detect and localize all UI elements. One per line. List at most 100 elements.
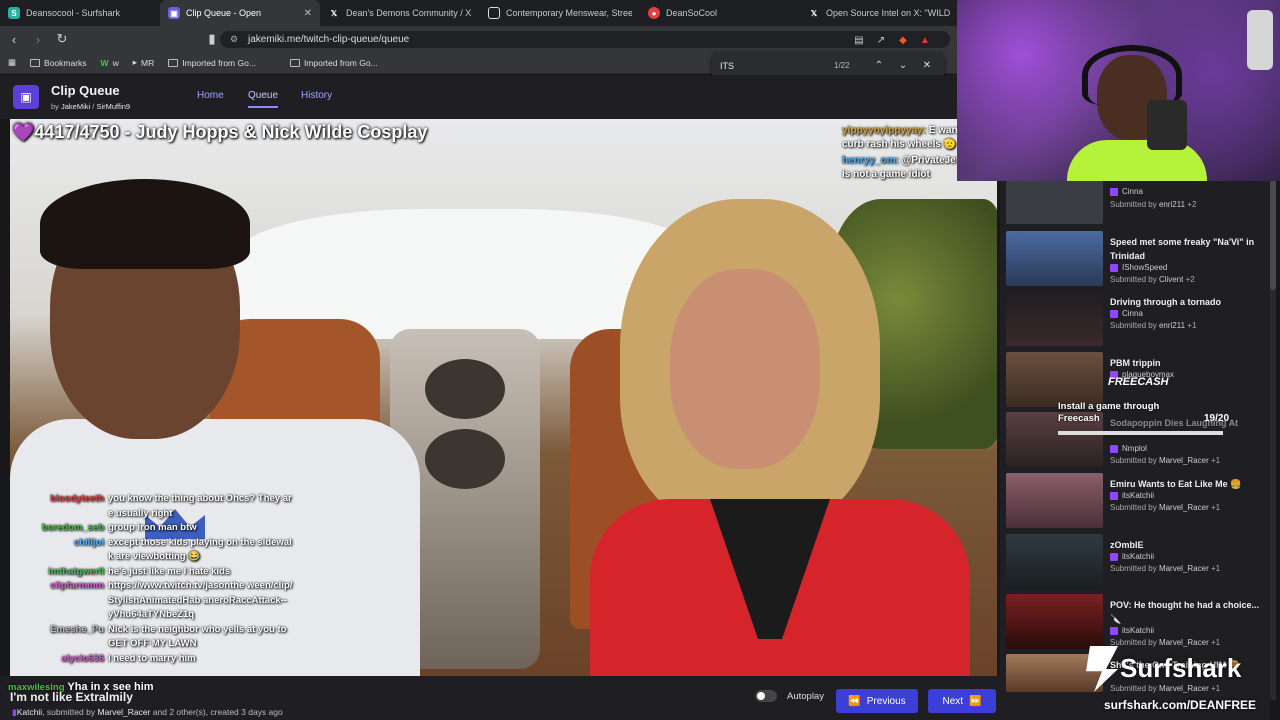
forward-icon[interactable]: › [28, 29, 48, 49]
author-link[interactable]: SirMuffin9 [96, 102, 130, 111]
twitch-icon [1110, 187, 1118, 196]
bookmark-item[interactable]: ▸ MR [133, 57, 155, 68]
clip-info: I'm not like Extralmily [10, 690, 133, 704]
tab-osint[interactable]: 𝕏 Open Source Intel on X: "WILD [800, 0, 960, 26]
twitch-icon [1110, 552, 1118, 561]
share-icon[interactable]: ↗ [874, 33, 888, 47]
queue-submitted: Submitted by enri211 +2 [1110, 200, 1197, 209]
tab-label: Open Source Intel on X: "WILD [826, 8, 951, 18]
site-info-icon[interactable]: ⚙ [230, 34, 238, 45]
queue-item[interactable]: Speed met some freaky "Na'Vi" in Trinida… [1006, 231, 1266, 289]
find-input[interactable]: ITS [720, 61, 734, 71]
chat-username: henryy_om: [842, 155, 899, 166]
queue-scrollbar[interactable] [1270, 180, 1276, 700]
tab-menswear[interactable]: Contemporary Menswear, Streetwear [480, 0, 640, 26]
queue-title: POV: He thought he had a choice... 🔪 [1110, 600, 1260, 624]
queue-item[interactable]: Emiru Wants to Eat Like Me 🍔 itsKatchii … [1006, 473, 1266, 531]
queue-submitted: Submitted by Marvel_Racer +1 [1110, 684, 1221, 693]
tab-surfshark[interactable]: S Deansocool - Surfshark [0, 0, 160, 26]
brave-shield-icon[interactable]: ◆ [896, 33, 910, 47]
stream-screen: S Deansocool - Surfshark ▣ Clip Queue - Op… [0, 0, 1280, 720]
queue-item[interactable]: POV: He thought he had a choice... 🔪 its… [1006, 594, 1266, 652]
next-button[interactable]: Next ⏩ [928, 689, 996, 713]
find-prev-icon[interactable]: ⌃ [872, 58, 886, 72]
chat-message: imthatgwerll he's just like me I hate kid… [4, 565, 294, 580]
clip-channel[interactable]: Katchii [17, 707, 43, 717]
back-icon[interactable]: ‹ [4, 29, 24, 49]
chat-message: boredom_seb group iron man btw [4, 521, 294, 536]
url-actions: ▤ ↗ ◆ ▲ [852, 33, 932, 47]
queue-submitted: Submitted by Marvel_Racer +1 [1110, 564, 1221, 573]
bookmark-item[interactable]: Ww [101, 58, 119, 68]
toggle-switch[interactable] [755, 690, 777, 702]
chat-message: clipfarmmm https://www.twitch.tv/jasonthe… [4, 579, 294, 623]
address-bar-row: ‹ › ↻ ▮ ⚙ jakemiki.me/twitch-clip-queue/… [0, 26, 960, 52]
author-link[interactable]: JakeMiki [61, 102, 90, 111]
bookmark-item[interactable]: Bookmarks [30, 58, 87, 68]
nav-history[interactable]: History [301, 90, 332, 101]
chat-text: Nick is the neighbor who yells at you to… [108, 623, 287, 650]
previous-button[interactable]: ⏪ Previous [836, 689, 918, 713]
tab-clip-queue[interactable]: ▣ Clip Queue - Open ✕ [160, 0, 320, 26]
chat-username: alyclo636 [61, 652, 104, 664]
headphones-icon [1082, 45, 1182, 105]
url-text: jakemiki.me/twitch-clip-queue/queue [248, 34, 410, 45]
queue-channel: itsKatchii [1110, 552, 1154, 561]
bookmark-icon[interactable]: ▮ [202, 29, 222, 49]
clip-title: 💜4417/4750 - Judy Hopps & Nick Wilde Cos… [12, 122, 428, 142]
queue-submitted: Submitted by Clivent +2 [1110, 275, 1195, 284]
nav-queue[interactable]: Queue [248, 90, 279, 108]
queue-channel: Cinna [1110, 309, 1143, 318]
man-hair [40, 179, 250, 269]
app-title: Clip Queue [51, 83, 120, 98]
cup-holder [425, 429, 505, 489]
queue-submitted: Submitted by Marvel_Racer +1 [1110, 503, 1221, 512]
queue-title: Speed met some freaky "Na'Vi" in Trinida… [1110, 237, 1255, 261]
browser-tab-bar: S Deansocool - Surfshark ▣ Clip Queue - Op… [0, 0, 960, 26]
clip-queue-favicon-icon: ▣ [168, 7, 180, 19]
woman-face [670, 269, 820, 469]
fast-forward-icon: ⏩ [969, 695, 982, 707]
chat-text: https://www.twitch.tv/jasonthe ween/clip… [108, 580, 293, 620]
bookmark-item[interactable]: Imported from Go... [289, 58, 378, 68]
rewind-icon: ⏪ [848, 695, 861, 707]
tab-label: DeanSoCool [666, 8, 718, 18]
chat-username: imthatgwerll [48, 565, 104, 577]
find-close-icon[interactable]: ✕ [920, 58, 934, 72]
freecash-progress [1058, 431, 1223, 435]
bookmark-item[interactable]: Imported from Go... [168, 58, 256, 68]
clip-queue-logo-icon[interactable]: ▣ [13, 85, 39, 109]
chat-message: Emeshe_Pu Nick is the neighbor who yells … [4, 623, 294, 652]
tab-deansocool[interactable]: ● DeanSoCool [640, 0, 800, 26]
chat-text: you know the thing about Ohcs? They are … [108, 493, 292, 519]
queue-channel: IShowSpeed [1110, 263, 1167, 272]
twitch-icon [1110, 309, 1118, 318]
app-byline: by JakeMiki / SirMuffin9 [51, 102, 131, 111]
url-field[interactable]: ⚙ jakemiki.me/twitch-clip-queue/queue ▤ … [220, 31, 950, 48]
rewards-icon[interactable]: ▲ [918, 33, 932, 47]
tab-label: Clip Queue - Open [186, 8, 262, 18]
autoplay-label: Autoplay [787, 690, 824, 702]
chat-text: except those kids playing on the sidewal… [108, 536, 292, 563]
queue-item[interactable]: zOmbIE itsKatchii Submitted by Marvel_Ra… [1006, 534, 1266, 592]
clip-thumbnail [1006, 291, 1103, 346]
queue-item[interactable]: Driving through a tornado Cinna Submitte… [1006, 291, 1266, 349]
close-tab-icon[interactable]: ✕ [304, 8, 312, 19]
clip-submitter[interactable]: Marvel_Racer [98, 707, 151, 717]
chat-text: group iron man btw [108, 522, 197, 533]
scrollbar-thumb[interactable] [1270, 180, 1276, 290]
find-next-icon[interactable]: ⌄ [896, 58, 910, 72]
twitch-icon [1110, 263, 1118, 272]
reload-icon[interactable]: ↻ [52, 29, 72, 49]
apps-grid-icon[interactable]: ▦ [8, 57, 16, 68]
tab-search-icon[interactable]: ▤ [852, 33, 866, 47]
folder-icon [289, 58, 300, 67]
queue-channel: Cinna [1110, 187, 1143, 196]
autoplay-toggle[interactable]: Autoplay [755, 690, 824, 702]
clip-meta: ▮Katchii, submitted by Marvel_Racer and … [12, 707, 283, 717]
x-favicon-icon: 𝕏 [810, 8, 818, 18]
nav-home[interactable]: Home [197, 90, 224, 101]
cup-holder [425, 359, 505, 419]
queue-submitted: Submitted by Marvel_Racer +1 [1110, 638, 1221, 647]
tab-x-community[interactable]: 𝕏 Dean's Demons Community / X [320, 0, 480, 26]
